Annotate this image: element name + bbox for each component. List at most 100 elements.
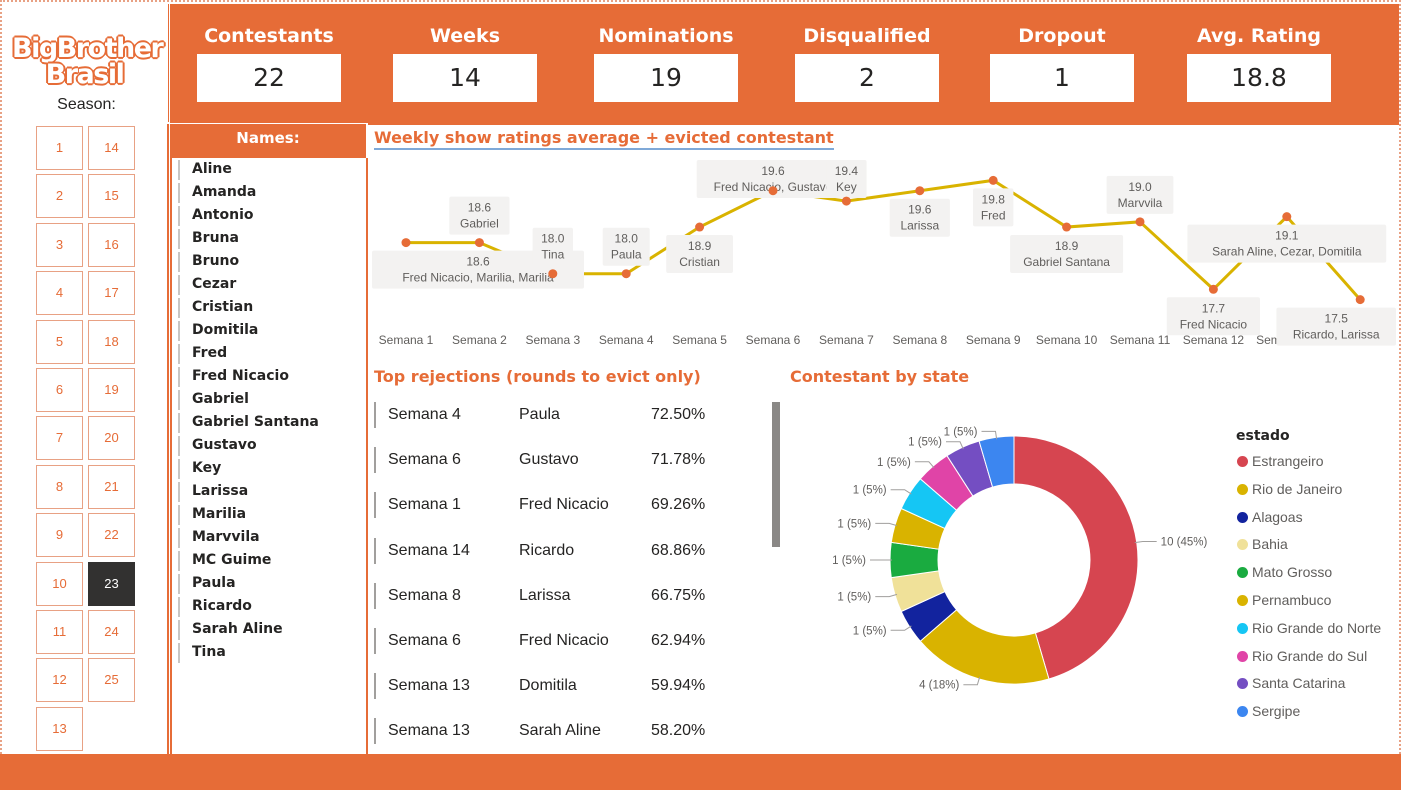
data-point[interactable] xyxy=(401,238,411,248)
data-point[interactable] xyxy=(1282,212,1292,222)
legend-item[interactable]: Rio Grande do Norte xyxy=(1236,617,1381,645)
legend-item[interactable]: Santa Catarina xyxy=(1236,672,1381,700)
season-button-12[interactable]: 12 xyxy=(36,658,83,703)
x-tick-label: Semana 7 xyxy=(819,333,874,347)
kpi-label: Avg. Rating xyxy=(1196,25,1322,47)
season-button-17[interactable]: 17 xyxy=(88,271,135,316)
season-button-6[interactable]: 6 xyxy=(36,368,83,412)
data-point[interactable] xyxy=(1062,222,1072,232)
season-button-4[interactable]: 4 xyxy=(36,271,83,316)
season-button-15[interactable]: 15 xyxy=(88,174,135,219)
legend-item[interactable]: Estrangeiro xyxy=(1236,450,1381,478)
legend-item[interactable]: Pernambuco xyxy=(1236,589,1381,617)
season-button-2[interactable]: 2 xyxy=(36,174,83,219)
legend-item[interactable]: Bahia xyxy=(1236,533,1381,561)
kpi-contestants: Contestants 22 xyxy=(197,22,341,102)
legend-dot-icon xyxy=(1237,511,1248,523)
season-button-19[interactable]: 19 xyxy=(88,368,135,412)
season-button-13[interactable]: 13 xyxy=(36,706,83,751)
legend-dot-icon xyxy=(1237,567,1248,579)
season-button-23[interactable]: 23 xyxy=(88,561,135,606)
name-item[interactable]: Amanda xyxy=(178,183,256,203)
data-label: 19.0 Marvvila xyxy=(1106,175,1174,214)
table-row[interactable]: Semana 6 Fred Nicacio 62.94% xyxy=(374,628,734,654)
season-button-20[interactable]: 20 xyxy=(88,416,135,461)
x-tick-label: Semana 6 xyxy=(746,333,801,347)
season-button-7[interactable]: 7 xyxy=(36,416,83,461)
name-item[interactable]: Marilia xyxy=(178,505,246,525)
season-button-10[interactable]: 10 xyxy=(36,561,83,606)
name-item[interactable]: Antonio xyxy=(178,206,254,226)
season-button-3[interactable]: 3 xyxy=(36,222,83,267)
season-button-1[interactable]: 1 xyxy=(36,126,83,170)
name-item[interactable]: Tina xyxy=(178,643,226,663)
name-item[interactable]: Gabriel Santana xyxy=(178,413,319,433)
name-cell: Paula xyxy=(519,406,560,423)
season-button-11[interactable]: 11 xyxy=(36,610,83,654)
data-label: 17.7 Fred Nicacio xyxy=(1166,297,1260,336)
name-item[interactable]: Cristian xyxy=(178,298,253,318)
table-row[interactable]: Semana 1 Fred Nicacio 69.26% xyxy=(374,492,734,519)
season-button-21[interactable]: 21 xyxy=(88,464,135,509)
season-button-22[interactable]: 22 xyxy=(88,513,135,558)
name-item[interactable]: Fred Nicacio xyxy=(178,367,289,387)
legend-item[interactable]: Rio Grande do Sul xyxy=(1236,645,1381,673)
season-button-8[interactable]: 8 xyxy=(36,464,83,509)
season-button-18[interactable]: 18 xyxy=(88,319,135,364)
name-item[interactable]: Bruno xyxy=(178,252,239,272)
data-point[interactable] xyxy=(1355,295,1365,305)
data-point[interactable] xyxy=(695,222,705,232)
season-button-5[interactable]: 5 xyxy=(36,319,83,364)
data-point[interactable] xyxy=(915,186,925,196)
data-point[interactable] xyxy=(621,269,631,279)
table-row[interactable]: Semana 6 Gustavo 71.78% xyxy=(374,447,734,474)
name-item[interactable]: Marvvila xyxy=(178,528,260,548)
data-point[interactable] xyxy=(474,238,484,248)
season-button-9[interactable]: 9 xyxy=(36,513,83,558)
data-point[interactable] xyxy=(548,269,558,279)
kpi-avg-rating: Avg. Rating 18.8 xyxy=(1187,22,1331,102)
name-item[interactable]: Paula xyxy=(178,574,236,594)
data-value-label: 17.7 xyxy=(1202,301,1226,315)
legend-label: Rio Grande do Sul xyxy=(1252,647,1368,664)
season-button-24[interactable]: 24 xyxy=(88,610,135,654)
data-point[interactable] xyxy=(768,186,778,196)
season-button-16[interactable]: 16 xyxy=(88,222,135,267)
kpi-nominations: Nominations 19 xyxy=(594,22,738,102)
data-point[interactable] xyxy=(841,196,851,206)
x-tick-label: Semana 4 xyxy=(599,333,654,347)
season-button-25[interactable]: 25 xyxy=(88,658,135,703)
name-item[interactable]: Gabriel xyxy=(178,390,249,410)
name-item[interactable]: Bruna xyxy=(178,229,239,249)
season-button-14[interactable]: 14 xyxy=(88,126,135,170)
table-row[interactable]: Semana 14 Ricardo 68.86% xyxy=(374,537,734,564)
data-point[interactable] xyxy=(988,175,998,185)
legend-dot-icon xyxy=(1237,678,1248,690)
table-row[interactable]: Semana 13 Domitila 59.94% xyxy=(374,673,734,700)
name-item[interactable]: Aline xyxy=(178,160,232,180)
name-item[interactable]: MC Guime xyxy=(178,551,271,571)
name-item[interactable]: Key xyxy=(178,459,221,479)
name-item[interactable]: Ricardo xyxy=(178,597,252,617)
name-item[interactable]: Sarah Aline xyxy=(178,620,283,640)
legend-item[interactable]: Alagoas xyxy=(1236,506,1381,534)
scrollbar[interactable] xyxy=(772,402,780,547)
name-item[interactable]: Fred xyxy=(178,344,227,364)
table-row[interactable]: Semana 8 Larissa 66.75% xyxy=(374,582,734,609)
table-row[interactable]: Semana 4 Paula 72.50% xyxy=(374,402,734,428)
divider xyxy=(368,123,1399,125)
data-value-label: 18.0 xyxy=(541,232,565,246)
table-row[interactable]: Semana 13 Sarah Aline 58.20% xyxy=(374,718,734,745)
legend-item[interactable]: Mato Grosso xyxy=(1236,561,1381,589)
name-item[interactable]: Cezar xyxy=(178,275,236,295)
name-item[interactable]: Domitila xyxy=(178,321,258,341)
data-point[interactable] xyxy=(1135,217,1145,227)
data-point[interactable] xyxy=(1208,284,1218,294)
legend-item[interactable]: Sergipe xyxy=(1236,700,1381,728)
legend-item[interactable]: Rio de Janeiro xyxy=(1236,478,1381,506)
evicted-label: Fred Nicacio xyxy=(1180,317,1248,331)
name-item[interactable]: Larissa xyxy=(178,482,248,502)
name-item[interactable]: Gustavo xyxy=(178,436,257,456)
data-label: 19.6 Larissa xyxy=(889,198,950,237)
x-tick-label: Semana 8 xyxy=(892,333,947,347)
